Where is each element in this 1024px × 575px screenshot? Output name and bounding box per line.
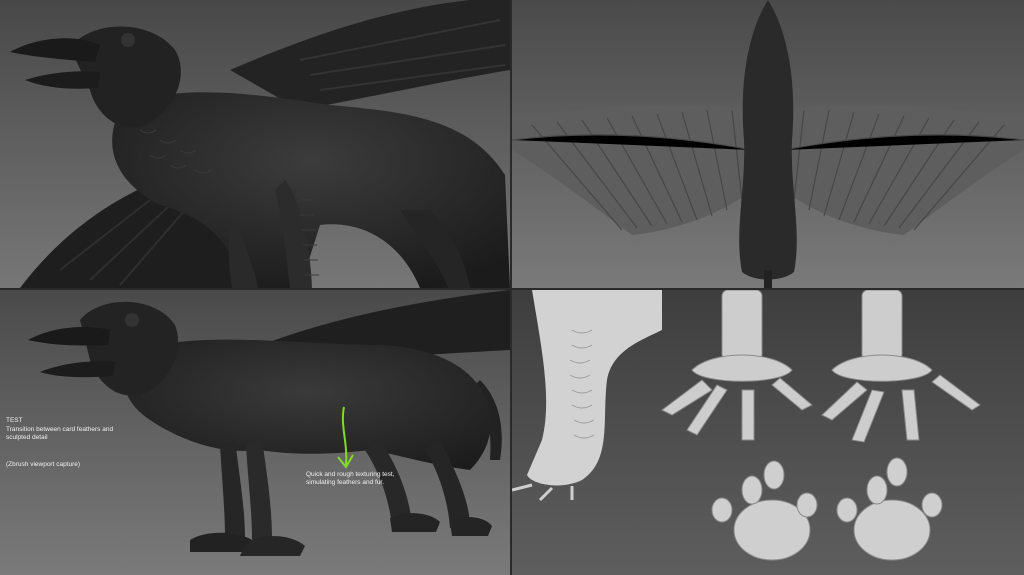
annotation-zbrush: (Zbrush viewport capture) bbox=[6, 461, 81, 468]
annotation-transition: Transition between card feathers and scu… bbox=[6, 426, 114, 441]
sculpt-sheet: TEST Transition between card feathers an… bbox=[0, 0, 1024, 575]
panel-foot-details bbox=[512, 290, 1024, 575]
green-arrow-icon bbox=[337, 406, 354, 469]
wingspan-top-render bbox=[512, 0, 1024, 288]
annotation-quick-texture: Quick and rough texturing test, simulati… bbox=[306, 471, 395, 486]
griffin-closeup-render bbox=[0, 0, 510, 288]
annotation-title: TEST bbox=[6, 417, 23, 424]
panel-wingspan-top bbox=[512, 0, 1024, 288]
panel-griffin-closeup bbox=[0, 0, 510, 288]
foot-details-render bbox=[512, 290, 1024, 575]
